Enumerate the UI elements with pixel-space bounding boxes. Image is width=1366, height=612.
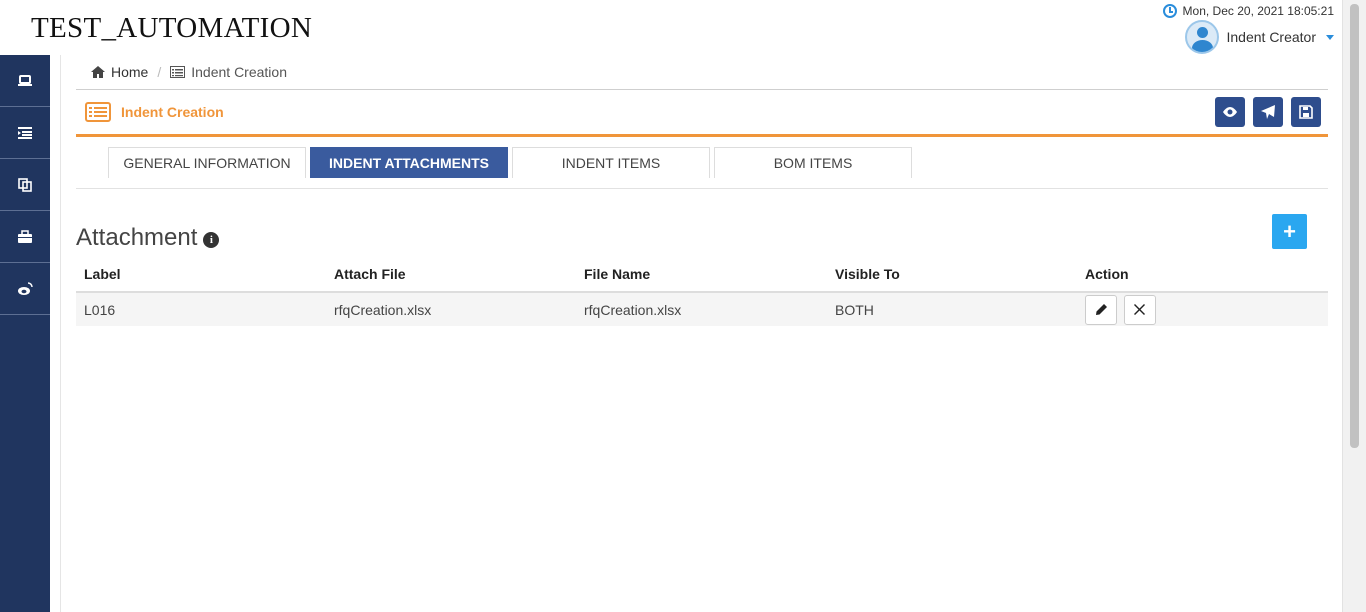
sidebar-item-dashboard[interactable] (0, 55, 50, 107)
column-header-label: Label (76, 256, 326, 293)
indent-list-icon (18, 126, 32, 139)
add-attachment-button[interactable]: + (1272, 214, 1307, 249)
eye-icon (1223, 107, 1237, 117)
send-icon (1261, 105, 1275, 119)
laptop-icon (18, 74, 32, 86)
column-header-visible-to: Visible To (827, 256, 1077, 293)
column-header-attach-file: Attach File (326, 256, 576, 293)
tab-indent-items[interactable]: INDENT ITEMS (512, 147, 710, 178)
scrollbar-thumb[interactable] (1350, 4, 1359, 448)
chevron-down-icon (1326, 34, 1334, 40)
table-row: L016 rfqCreation.xlsx rfqCreation.xlsx B… (76, 292, 1328, 326)
datetime-display: Mon, Dec 20, 2021 18:05:21 (1162, 4, 1334, 18)
sidebar-item-work[interactable] (0, 211, 50, 263)
tab-bom-items[interactable]: BOM ITEMS (714, 147, 912, 178)
info-icon[interactable]: i (203, 231, 220, 248)
user-menu[interactable]: Indent Creator (1184, 20, 1334, 54)
edit-button[interactable] (1085, 294, 1117, 325)
cell-attach-file: rfqCreation.xlsx (326, 292, 576, 326)
tab-general-information[interactable]: GENERAL INFORMATION (108, 147, 306, 178)
save-icon (1299, 105, 1313, 119)
column-header-action: Action (1077, 256, 1328, 293)
table-header-row: Label Attach File File Name Visible To A… (76, 256, 1328, 293)
weibo-icon (18, 281, 33, 295)
home-icon (91, 66, 105, 78)
breadcrumb: Home / Indent Creation (76, 55, 1328, 90)
close-icon (1134, 304, 1146, 315)
user-name: Indent Creator (1226, 29, 1317, 45)
header-actions (1215, 97, 1321, 127)
cell-label: L016 (76, 292, 326, 326)
attachment-title: Attachment (76, 224, 198, 251)
clock-icon (1162, 4, 1177, 18)
preview-button[interactable] (1215, 97, 1245, 127)
list-alt-icon (170, 66, 186, 78)
briefcase-icon (18, 229, 32, 243)
submit-button[interactable] (1253, 97, 1283, 127)
sidebar-item-documents[interactable] (0, 159, 50, 211)
attachments-table: Label Attach File File Name Visible To A… (76, 256, 1328, 326)
pencil-icon (1095, 304, 1107, 315)
app-brand: TEST_AUTOMATION (31, 12, 313, 44)
breadcrumb-home[interactable]: Home (111, 64, 148, 80)
content-gutter (50, 55, 61, 612)
top-bar: TEST_AUTOMATION Mon, Dec 20, 2021 18:05:… (0, 0, 1366, 55)
cell-actions (1077, 292, 1328, 326)
datetime-text: Mon, Dec 20, 2021 18:05:21 (1182, 4, 1334, 18)
list-alt-icon (85, 102, 111, 122)
sidebar (0, 55, 50, 612)
attachment-heading: Attachment i (76, 224, 220, 252)
tab-indent-attachments[interactable]: INDENT ATTACHMENTS (310, 147, 508, 178)
breadcrumb-separator: / (157, 64, 162, 80)
delete-button[interactable] (1123, 294, 1156, 325)
column-header-file-name: File Name (576, 256, 827, 293)
sidebar-item-social[interactable] (0, 263, 50, 315)
cell-visible-to: BOTH (827, 292, 1077, 326)
page-title: Indent Creation (121, 104, 224, 120)
sidebar-item-indent[interactable] (0, 107, 50, 159)
page-scrollbar[interactable] (1342, 0, 1366, 612)
copy-icon (18, 177, 32, 192)
avatar (1184, 20, 1219, 54)
breadcrumb-current: Indent Creation (191, 64, 287, 80)
save-button[interactable] (1291, 97, 1321, 127)
page-header: Indent Creation (76, 90, 1328, 137)
cell-file-name: rfqCreation.xlsx (576, 292, 827, 326)
tab-bar: GENERAL INFORMATION INDENT ATTACHMENTS I… (76, 147, 1328, 189)
